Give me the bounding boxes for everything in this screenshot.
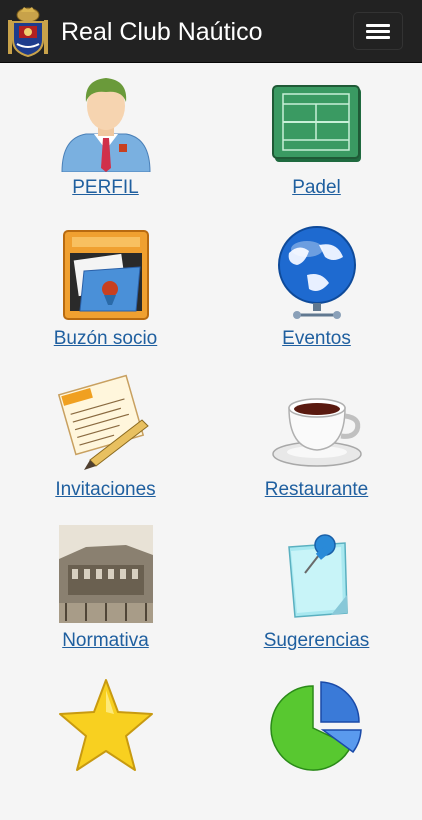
menu-item-star[interactable] xyxy=(0,670,211,820)
menu-item-pie-chart[interactable] xyxy=(211,670,422,820)
menu-item-normativa[interactable]: Normativa xyxy=(0,519,211,669)
menu-item-label[interactable]: PERFIL xyxy=(0,177,211,199)
menu-item-invitaciones[interactable]: Invitaciones xyxy=(0,368,211,518)
document-pen-icon xyxy=(57,374,149,470)
historic-building-photo xyxy=(58,525,153,623)
menu-item-label[interactable]: Sugerencias xyxy=(211,630,422,652)
menu-item-restaurante[interactable]: Restaurante xyxy=(211,368,422,518)
pie-chart-icon xyxy=(269,681,362,771)
menu-toggle-button[interactable] xyxy=(353,12,403,50)
club-crest-icon[interactable] xyxy=(6,4,50,58)
menu-item-label[interactable]: Invitaciones xyxy=(0,479,211,501)
globe-network-icon xyxy=(277,226,356,319)
hamburger-menu-icon xyxy=(366,24,390,27)
menu-item-perfil[interactable]: PERFIL xyxy=(0,66,211,216)
top-navbar: Real Club Naútico xyxy=(0,0,422,63)
sticky-note-pin-icon xyxy=(287,534,348,618)
profile-user-icon xyxy=(60,78,151,172)
menu-item-label[interactable]: Restaurante xyxy=(211,479,422,501)
menu-item-label[interactable]: Eventos xyxy=(211,328,422,350)
app-title[interactable]: Real Club Naútico xyxy=(61,17,263,47)
menu-item-label[interactable]: Normativa xyxy=(0,630,211,652)
menu-item-label[interactable]: Buzón socio xyxy=(0,328,211,350)
menu-item-padel[interactable]: Padel xyxy=(211,66,422,216)
menu-item-label[interactable]: Padel xyxy=(211,177,422,199)
coffee-cup-icon xyxy=(271,398,362,467)
menu-item-eventos[interactable]: Eventos xyxy=(211,217,422,367)
menu-item-sugerencias[interactable]: Sugerencias xyxy=(211,519,422,669)
padel-court-icon xyxy=(271,85,361,162)
mailbox-folder-icon xyxy=(62,230,149,320)
star-icon xyxy=(58,679,153,771)
menu-item-buzon-socio[interactable]: Buzón socio xyxy=(0,217,211,367)
